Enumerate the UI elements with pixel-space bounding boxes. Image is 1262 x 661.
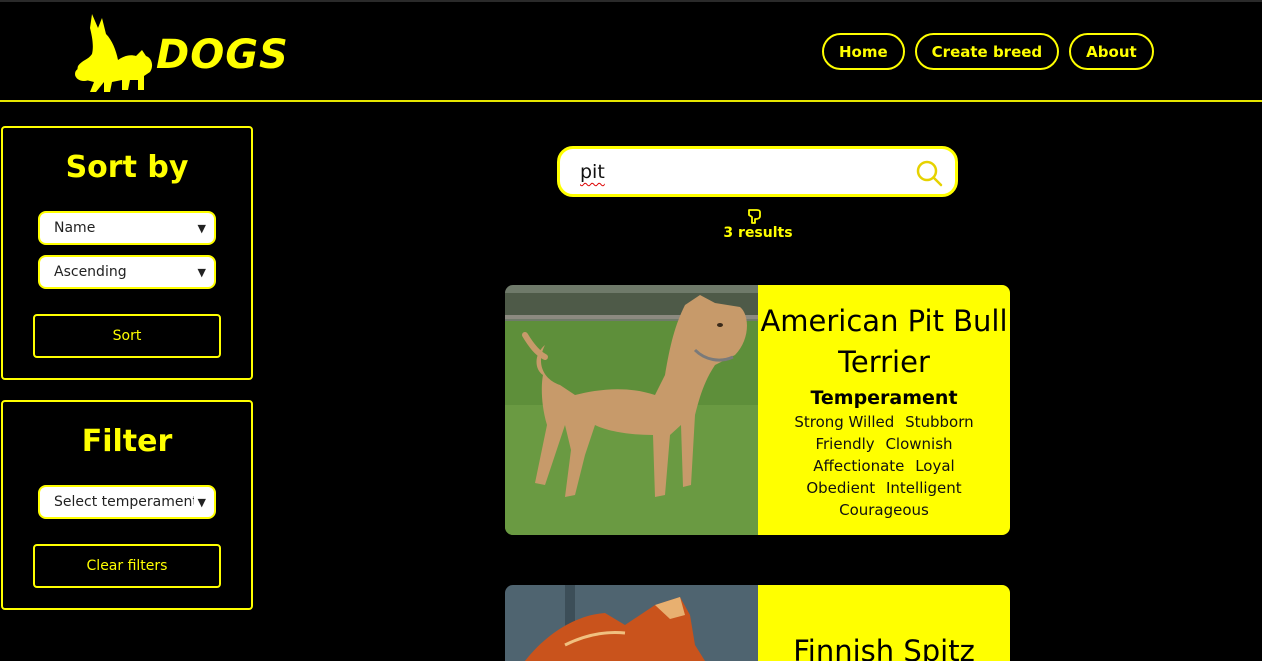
temperament-title: Temperament bbox=[810, 387, 958, 409]
sort-order-value: Ascending bbox=[54, 264, 127, 280]
nav-about-button[interactable]: About bbox=[1069, 33, 1154, 70]
logo-text: DOGS bbox=[156, 32, 289, 78]
breed-photo bbox=[505, 285, 758, 535]
filter-panel: Filter Select temperament ▼ Clear filter… bbox=[1, 400, 253, 610]
nav-home-button[interactable]: Home bbox=[822, 33, 905, 70]
site-header: DOGS Home Create breed About bbox=[0, 2, 1262, 102]
temperament-item: Stubborn bbox=[905, 413, 974, 431]
breed-card-info: Finnish Spitz bbox=[758, 585, 1010, 661]
sort-field-value: Name bbox=[54, 220, 96, 236]
temperament-item: Loyal bbox=[915, 457, 955, 475]
temperament-list: Strong Willed Stubborn Friendly Clownish… bbox=[789, 411, 979, 521]
temperament-select-value: Select temperament bbox=[54, 494, 194, 510]
temperament-item: Affectionate bbox=[813, 457, 905, 475]
temperament-item: Strong Willed bbox=[794, 413, 895, 431]
clear-filters-button[interactable]: Clear filters bbox=[33, 544, 221, 588]
search-bar[interactable]: pit bbox=[557, 146, 958, 197]
temperament-select[interactable]: Select temperament ▼ bbox=[38, 485, 216, 519]
breed-photo bbox=[505, 585, 758, 661]
temperament-item: Intelligent bbox=[885, 479, 962, 497]
dog-silhouette-logo-icon bbox=[75, 14, 153, 92]
search-input[interactable]: pit bbox=[580, 161, 605, 183]
temperament-item: Obedient bbox=[806, 479, 876, 497]
temperament-item: Clownish bbox=[885, 435, 953, 453]
nav-create-breed-button[interactable]: Create breed bbox=[914, 33, 1060, 70]
breed-name: American Pit Bull Terrier bbox=[760, 304, 1008, 379]
chevron-down-icon: ▼ bbox=[197, 495, 206, 509]
main-nav: Home Create breed About bbox=[822, 33, 1154, 70]
breed-card-info: American Pit Bull Terrier Temperament St… bbox=[758, 285, 1010, 535]
sort-panel-title: Sort by bbox=[65, 150, 189, 185]
temperament-item: Courageous bbox=[839, 501, 929, 519]
breed-card[interactable]: Finnish Spitz bbox=[505, 585, 1010, 661]
breed-card[interactable]: American Pit Bull Terrier Temperament St… bbox=[505, 285, 1010, 535]
breed-name: Finnish Spitz bbox=[793, 634, 975, 661]
site-logo[interactable]: DOGS bbox=[72, 10, 288, 94]
chevron-down-icon: ▼ bbox=[197, 265, 206, 279]
filter-panel-title: Filter bbox=[81, 424, 173, 459]
sort-order-select[interactable]: Ascending ▼ bbox=[38, 255, 216, 289]
search-icon[interactable] bbox=[915, 159, 943, 187]
sort-button[interactable]: Sort bbox=[33, 314, 221, 358]
chevron-down-icon: ▼ bbox=[197, 221, 206, 235]
temperament-item: Friendly bbox=[815, 435, 875, 453]
results-count: 3 results bbox=[723, 225, 793, 241]
sort-field-select[interactable]: Name ▼ bbox=[38, 211, 216, 245]
sort-panel: Sort by Name ▼ Ascending ▼ Sort bbox=[1, 126, 253, 380]
pointing-hand-icon bbox=[748, 209, 761, 224]
